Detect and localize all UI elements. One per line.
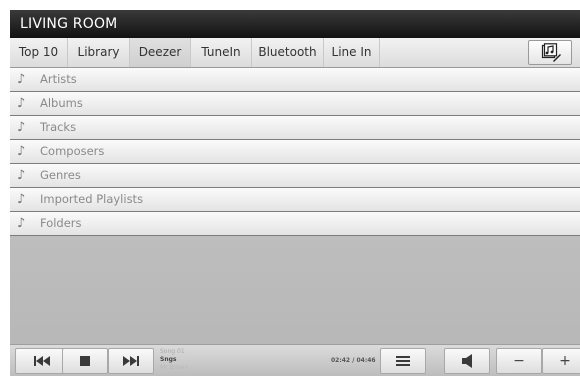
list-item-label: Folders <box>40 216 82 230</box>
list-item-genres[interactable]: ♪ Genres <box>10 164 580 188</box>
volume-up-button[interactable]: + <box>542 348 580 374</box>
edit-playlist-button[interactable] <box>528 40 572 65</box>
now-playing-line-3: Mr Brown <box>160 364 189 371</box>
music-note-icon: ♪ <box>17 72 26 87</box>
list-item-folders[interactable]: ♪ Folders <box>10 212 580 236</box>
list-item-label: Imported Playlists <box>40 192 144 206</box>
music-note-icon: ♪ <box>17 120 26 135</box>
queue-button[interactable] <box>380 348 426 374</box>
mute-button[interactable] <box>444 348 490 374</box>
skip-next-icon <box>123 356 139 366</box>
room-title-bar: LIVING ROOM <box>10 10 580 38</box>
tab-top-10[interactable]: Top 10 <box>10 38 68 67</box>
list-item-label: Albums <box>40 96 83 110</box>
tab-line-in[interactable]: Line In <box>324 38 380 67</box>
list-item-albums[interactable]: ♪ Albums <box>10 92 580 116</box>
playlist-edit-icon <box>541 43 561 62</box>
speaker-icon <box>462 354 472 368</box>
stop-icon <box>80 356 90 366</box>
queue-list-icon <box>396 356 410 366</box>
music-note-icon: ♪ <box>17 216 26 231</box>
list-item-tracks[interactable]: ♪ Tracks <box>10 116 580 140</box>
room-title: LIVING ROOM <box>20 16 118 32</box>
app-frame: LIVING ROOM Top 10 Library Deezer TuneIn… <box>10 10 580 376</box>
previous-button[interactable] <box>15 348 69 374</box>
skip-previous-icon <box>34 356 50 366</box>
playback-time: 02:42 / 04:46 <box>331 357 376 364</box>
tab-tunein[interactable]: TuneIn <box>191 38 252 67</box>
list-item-label: Tracks <box>40 120 77 134</box>
next-button[interactable] <box>108 348 154 374</box>
plus-icon: + <box>559 353 571 369</box>
music-note-icon: ♪ <box>17 168 26 183</box>
list-item-imported-playlists[interactable]: ♪ Imported Playlists <box>10 188 580 212</box>
now-playing-line-1: Song 01 <box>160 348 185 355</box>
source-tab-bar: Top 10 Library Deezer TuneIn Bluetooth L… <box>10 38 580 68</box>
list-item-artists[interactable]: ♪ Artists <box>10 68 580 92</box>
tab-library[interactable]: Library <box>68 38 130 67</box>
music-note-icon: ♪ <box>17 192 26 207</box>
list-item-composers[interactable]: ♪ Composers <box>10 140 580 164</box>
list-item-label: Artists <box>40 72 77 86</box>
stop-button[interactable] <box>62 348 108 374</box>
music-note-icon: ♪ <box>17 144 26 159</box>
list-item-label: Genres <box>40 168 81 182</box>
music-note-icon: ♪ <box>17 96 26 111</box>
library-list: ♪ Artists ♪ Albums ♪ Tracks ♪ Composers … <box>10 68 580 236</box>
now-playing-line-2: Sngs <box>160 356 177 363</box>
minus-icon: − <box>513 353 525 369</box>
list-item-label: Composers <box>40 144 105 158</box>
tab-bluetooth[interactable]: Bluetooth <box>252 38 324 67</box>
tab-deezer[interactable]: Deezer <box>130 38 191 67</box>
volume-down-button[interactable]: − <box>496 348 542 374</box>
player-footer: Song 01 Sngs Mr Brown 02:42 / 04:46 − + <box>10 344 580 376</box>
now-playing-info: Song 01 Sngs Mr Brown <box>160 348 280 372</box>
